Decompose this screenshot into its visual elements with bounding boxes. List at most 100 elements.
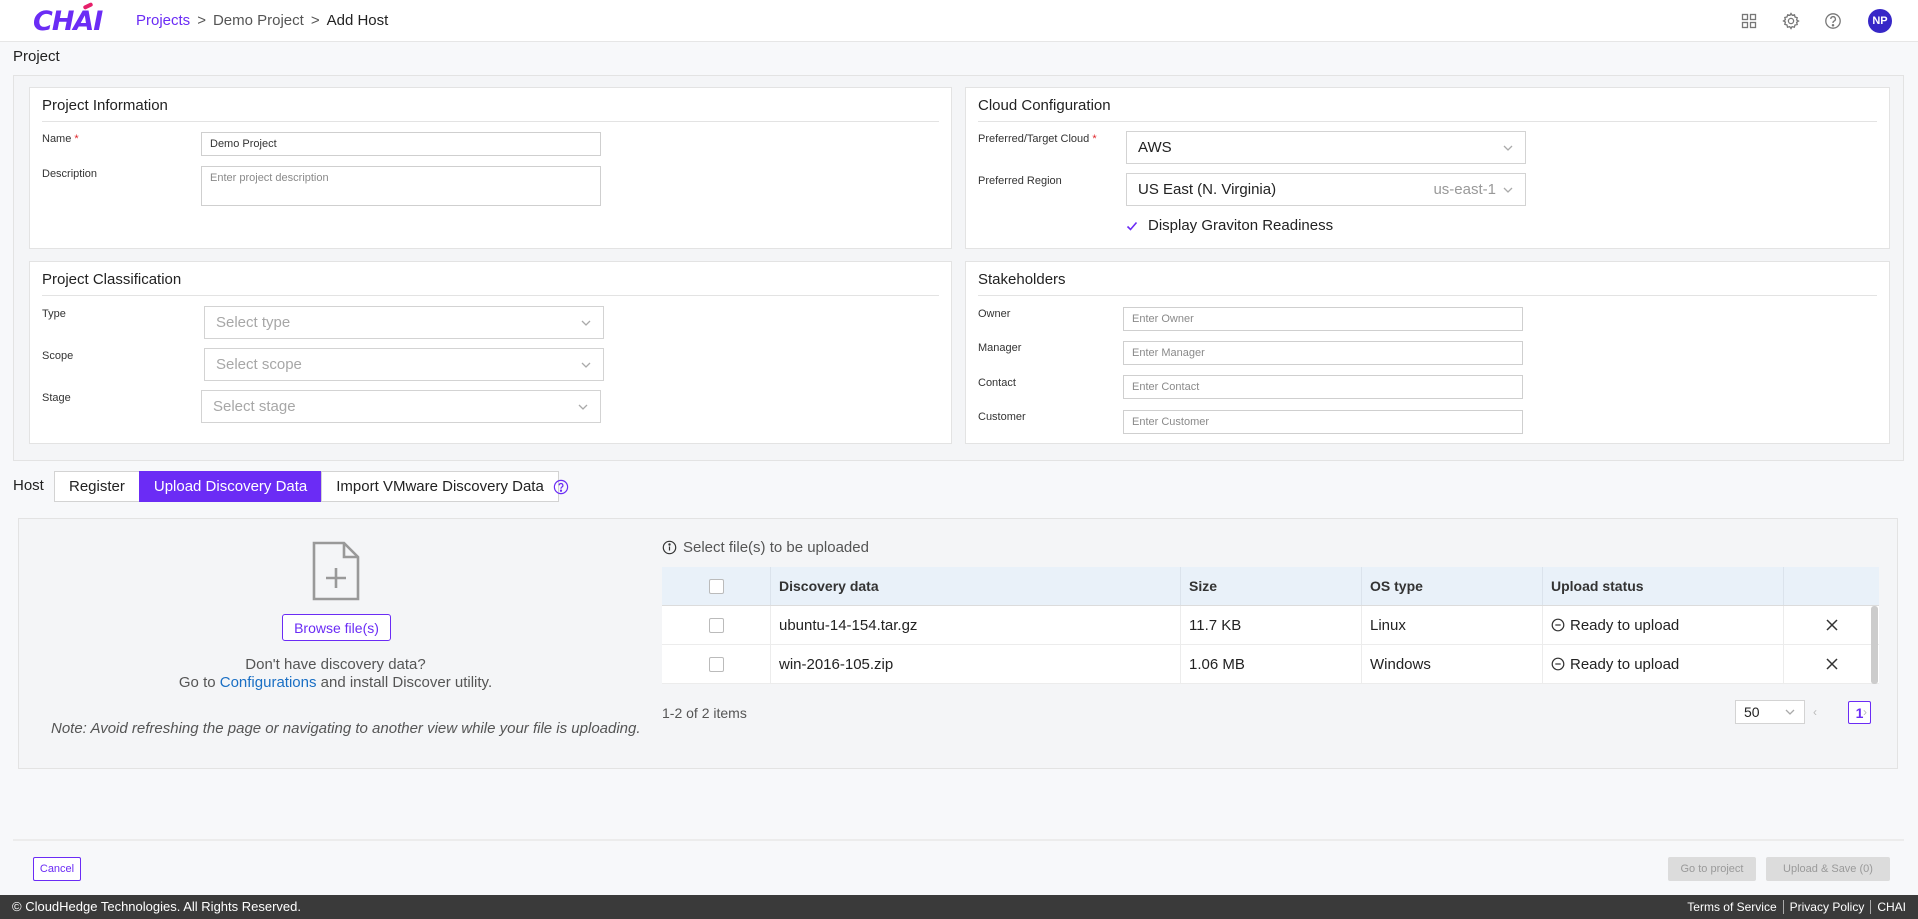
breadcrumb-demo-project: Demo Project [212, 12, 304, 29]
next-page-icon[interactable]: › [1863, 705, 1867, 719]
upload-note: Note: Avoid refreshing the page or navig… [51, 720, 641, 737]
configurations-link[interactable]: Configurations [220, 674, 317, 691]
add-file-icon [312, 541, 360, 601]
panel-title: Cloud Configuration [978, 97, 1111, 114]
breadcrumb-separator: > [197, 12, 206, 29]
preferred-region-select[interactable]: US East (N. Virginia) us-east-1 [1126, 173, 1526, 206]
info-text: Select file(s) to be uploaded [683, 539, 869, 556]
column-header-upload-status[interactable]: Upload status [1543, 567, 1784, 605]
upload-status: Ready to upload [1543, 645, 1784, 683]
row-checkbox[interactable] [708, 656, 724, 672]
contact-input[interactable]: Enter Contact [1123, 375, 1523, 399]
description-label: Description [42, 168, 98, 180]
type-label: Type [42, 308, 66, 320]
upload-info: Select file(s) to be uploaded [662, 539, 869, 556]
tab-upload-discovery-data[interactable]: Upload Discovery Data [138, 471, 323, 502]
footer-separator [1782, 900, 1784, 914]
select-all-checkbox[interactable] [708, 578, 724, 594]
customer-label: Customer [978, 411, 1026, 423]
row-checkbox[interactable] [708, 617, 724, 633]
scope-label: Scope [42, 350, 74, 362]
owner-label: Owner [978, 308, 1011, 320]
terms-of-service-link[interactable]: Terms of Service [1687, 900, 1776, 914]
region-code: us-east-1 [1433, 181, 1496, 198]
apps-grid-icon[interactable] [1740, 12, 1758, 30]
prev-page-icon[interactable]: ‹ [1813, 705, 1817, 719]
owner-input[interactable]: Enter Owner [1123, 307, 1523, 331]
table-scrollbar[interactable] [1871, 606, 1878, 684]
stage-placeholder: Select stage [213, 398, 296, 415]
tab-import-vmware-discovery-data[interactable]: Import VMware Discovery Data [321, 471, 559, 502]
chevron-down-icon [1503, 145, 1513, 151]
region-value: US East (N. Virginia) [1138, 181, 1277, 198]
page-number-current[interactable]: 1 [1848, 701, 1871, 724]
stage-label: Stage [42, 392, 71, 404]
close-icon[interactable] [1825, 657, 1839, 671]
page-size-value: 50 [1744, 704, 1760, 720]
stage-select[interactable]: Select stage [201, 390, 601, 423]
project-container: Project Information Name * Demo Project … [13, 75, 1904, 461]
help-circle-icon[interactable] [1824, 12, 1842, 30]
manager-label: Manager [978, 342, 1022, 354]
customer-input[interactable]: Enter Customer [1123, 410, 1523, 434]
manager-input[interactable]: Enter Manager [1123, 341, 1523, 365]
chai-logo[interactable]: CHAI [33, 2, 103, 37]
chevron-down-icon [581, 320, 591, 326]
stakeholders-panel: Stakeholders Owner Enter Owner Manager E… [965, 261, 1890, 444]
gear-icon[interactable] [1782, 12, 1800, 30]
cloud-configuration-panel: Cloud Configuration Preferred/Target Clo… [965, 87, 1890, 249]
discovery-data-table: Discovery data Size OS type Upload statu… [662, 567, 1879, 684]
description-input[interactable]: Enter project description [201, 166, 601, 206]
page-size-select[interactable]: 50 [1735, 700, 1805, 724]
upload-status: Ready to upload [1543, 606, 1784, 644]
copyright-text: © CloudHedge Technologies. All Rights Re… [12, 899, 302, 914]
panel-title: Stakeholders [978, 271, 1066, 288]
host-label: Host [13, 477, 44, 494]
cancel-button[interactable]: Cancel [33, 857, 81, 881]
type-placeholder: Select type [216, 314, 291, 331]
item-count: 1-2 of 2 items [662, 705, 747, 721]
minus-circle-icon [1551, 618, 1565, 632]
breadcrumb-projects[interactable]: Projects [136, 12, 190, 29]
scope-select[interactable]: Select scope [204, 348, 604, 381]
type-select[interactable]: Select type [204, 306, 604, 339]
contact-label: Contact [978, 377, 1016, 389]
file-name: win-2016-105.zip [771, 645, 1181, 683]
host-tabs: Register Upload Discovery Data Import VM… [54, 471, 559, 502]
avatar[interactable]: NP [1868, 9, 1892, 33]
file-size: 1.06 MB [1181, 645, 1362, 683]
privacy-policy-link[interactable]: Privacy Policy [1790, 900, 1865, 914]
column-header-discovery-data[interactable]: Discovery data [771, 567, 1181, 605]
browse-files-button[interactable]: Browse file(s) [282, 614, 391, 641]
table-header: Discovery data Size OS type Upload statu… [662, 567, 1879, 606]
file-size: 11.7 KB [1181, 606, 1362, 644]
logo-text: CHAI [33, 6, 103, 37]
upload-save-button[interactable]: Upload & Save (0) [1766, 857, 1890, 881]
project-information-panel: Project Information Name * Demo Project … [29, 87, 952, 249]
name-input[interactable]: Demo Project [201, 132, 601, 156]
upload-status-text: Ready to upload [1570, 616, 1680, 634]
help-circle-icon[interactable] [553, 479, 569, 495]
graviton-readiness-toggle[interactable]: Display Graviton Readiness [1126, 217, 1333, 234]
chevron-down-icon [1785, 709, 1795, 715]
column-header-size[interactable]: Size [1181, 567, 1362, 605]
table-row: ubuntu-14-154.tar.gz 11.7 KB Linux Ready… [662, 606, 1879, 645]
os-type: Linux [1362, 606, 1543, 644]
footer-brand: CHAI [1877, 900, 1906, 914]
target-cloud-label: Preferred/Target Cloud * [978, 133, 1097, 145]
file-name: ubuntu-14-154.tar.gz [771, 606, 1181, 644]
preferred-region-label: Preferred Region [978, 175, 1062, 187]
required-marker: * [1092, 133, 1097, 145]
column-header-os-type[interactable]: OS type [1362, 567, 1543, 605]
scope-placeholder: Select scope [216, 356, 302, 373]
table-row: win-2016-105.zip 1.06 MB Windows Ready t… [662, 645, 1879, 684]
tab-register[interactable]: Register [54, 471, 140, 502]
graviton-label: Display Graviton Readiness [1148, 217, 1334, 234]
go-to-project-button[interactable]: Go to project [1668, 857, 1756, 881]
target-cloud-select[interactable]: AWS [1126, 131, 1526, 164]
close-icon[interactable] [1825, 618, 1839, 632]
chevron-down-icon [581, 362, 591, 368]
panel-divider [42, 121, 939, 122]
required-marker: * [74, 133, 79, 145]
checkmark-icon [1126, 221, 1138, 231]
